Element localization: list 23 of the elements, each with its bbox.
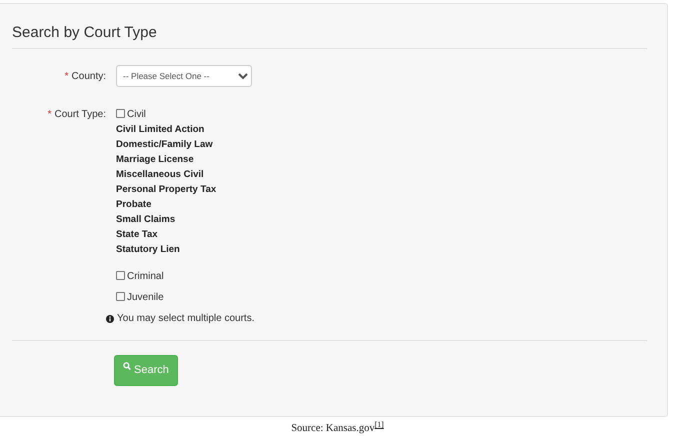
source-caption: Source: Kansas.gov xyxy=(291,423,375,434)
court-subtype: Personal Property Tax xyxy=(116,183,218,197)
court-subtype: Statutory Lien xyxy=(116,243,181,257)
court-subtype: State Tax xyxy=(116,228,159,242)
court-type-label: Court Type: xyxy=(54,109,106,120)
info-icon xyxy=(106,314,114,322)
court-checkbox[interactable]: Juvenile xyxy=(116,290,254,305)
court-checkbox[interactable]: Civil xyxy=(116,107,254,122)
required-mark: * xyxy=(48,109,52,120)
panel-title: Search by Court Type xyxy=(12,24,158,42)
required-mark: * xyxy=(64,70,69,82)
footnote-link[interactable]: [1] xyxy=(374,420,384,430)
court-checkbox[interactable]: Criminal xyxy=(116,269,254,284)
county-label: County: xyxy=(72,70,106,82)
hint-text: You may select multiple courts. xyxy=(117,312,254,326)
court-subtype: Civil Limited Action xyxy=(116,123,206,137)
search-icon xyxy=(123,362,131,371)
court-subtype: Marriage License xyxy=(116,153,195,167)
court-subtype: Probate xyxy=(116,198,152,212)
court-subtype: Domestic/Family Law xyxy=(116,138,214,152)
court-subtype: Miscellaneous Civil xyxy=(116,168,205,182)
county-select[interactable]: -- Please Select One -- xyxy=(116,65,252,87)
court-subtype: Small Claims xyxy=(116,213,176,227)
